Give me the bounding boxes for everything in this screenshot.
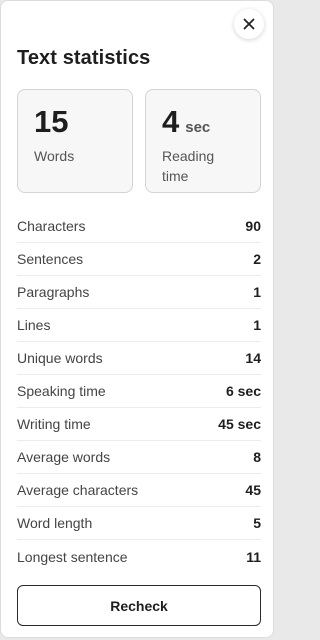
words-label: Words: [34, 148, 75, 164]
words-count: 15: [34, 104, 69, 139]
stat-label: Word length: [17, 515, 93, 531]
stat-value: 2: [253, 251, 261, 267]
stat-value: 8: [253, 449, 261, 465]
stat-row-paragraphs: Paragraphs 1: [17, 276, 261, 309]
stat-label: Average words: [17, 449, 111, 465]
stat-row-average-words: Average words 8: [17, 441, 261, 474]
stat-value: 11: [246, 548, 261, 565]
summary-cards: 15 Words 4 sec Reading time: [17, 89, 261, 193]
stat-value: 5: [253, 515, 261, 531]
text-statistics-panel: Text statistics 15 Words 4 sec Reading t…: [0, 0, 274, 638]
stat-row-longest-sentence: Longest sentence 11: [17, 540, 261, 573]
stat-value: 14: [245, 350, 261, 366]
recheck-button[interactable]: Recheck: [17, 585, 261, 626]
stat-label: Paragraphs: [17, 284, 90, 300]
close-icon: [243, 18, 255, 30]
words-value-row: 15: [34, 104, 116, 140]
close-button[interactable]: [234, 9, 264, 39]
stat-label: Lines: [17, 317, 51, 333]
reading-time-value-row: 4 sec: [162, 104, 244, 140]
stat-value: 45: [245, 482, 261, 498]
stats-list: Characters 90 Sentences 2 Paragraphs 1 L…: [17, 210, 261, 573]
stat-row-characters: Characters 90: [17, 210, 261, 243]
stat-value: 1: [253, 284, 261, 300]
stat-label: Longest sentence: [17, 548, 128, 565]
stat-value: 45 sec: [218, 416, 261, 432]
stat-row-writing-time: Writing time 45 sec: [17, 408, 261, 441]
stat-value: 1: [253, 317, 261, 333]
panel-title: Text statistics: [17, 47, 151, 69]
reading-time-unit: sec: [185, 119, 211, 136]
stat-row-speaking-time: Speaking time 6 sec: [17, 375, 261, 408]
stat-value: 6 sec: [225, 383, 261, 399]
stat-value: 90: [245, 218, 261, 234]
stat-label: Sentences: [17, 251, 84, 267]
reading-time-label: Reading time: [162, 148, 215, 184]
stat-row-unique-words: Unique words 14: [17, 342, 261, 375]
stat-label: Characters: [17, 218, 86, 234]
stat-label: Average characters: [17, 482, 139, 498]
words-card: 15 Words: [17, 89, 133, 193]
stat-row-word-length: Word length 5: [17, 507, 261, 540]
stat-label: Unique words: [17, 350, 103, 366]
stat-label: Writing time: [17, 416, 91, 432]
stat-row-lines: Lines 1: [17, 309, 261, 342]
stat-label: Speaking time: [17, 383, 106, 399]
stat-row-average-characters: Average characters 45: [17, 474, 261, 507]
reading-time-card: 4 sec Reading time: [145, 89, 261, 193]
stat-row-sentences: Sentences 2: [17, 243, 261, 276]
reading-time-value: 4: [162, 104, 180, 139]
